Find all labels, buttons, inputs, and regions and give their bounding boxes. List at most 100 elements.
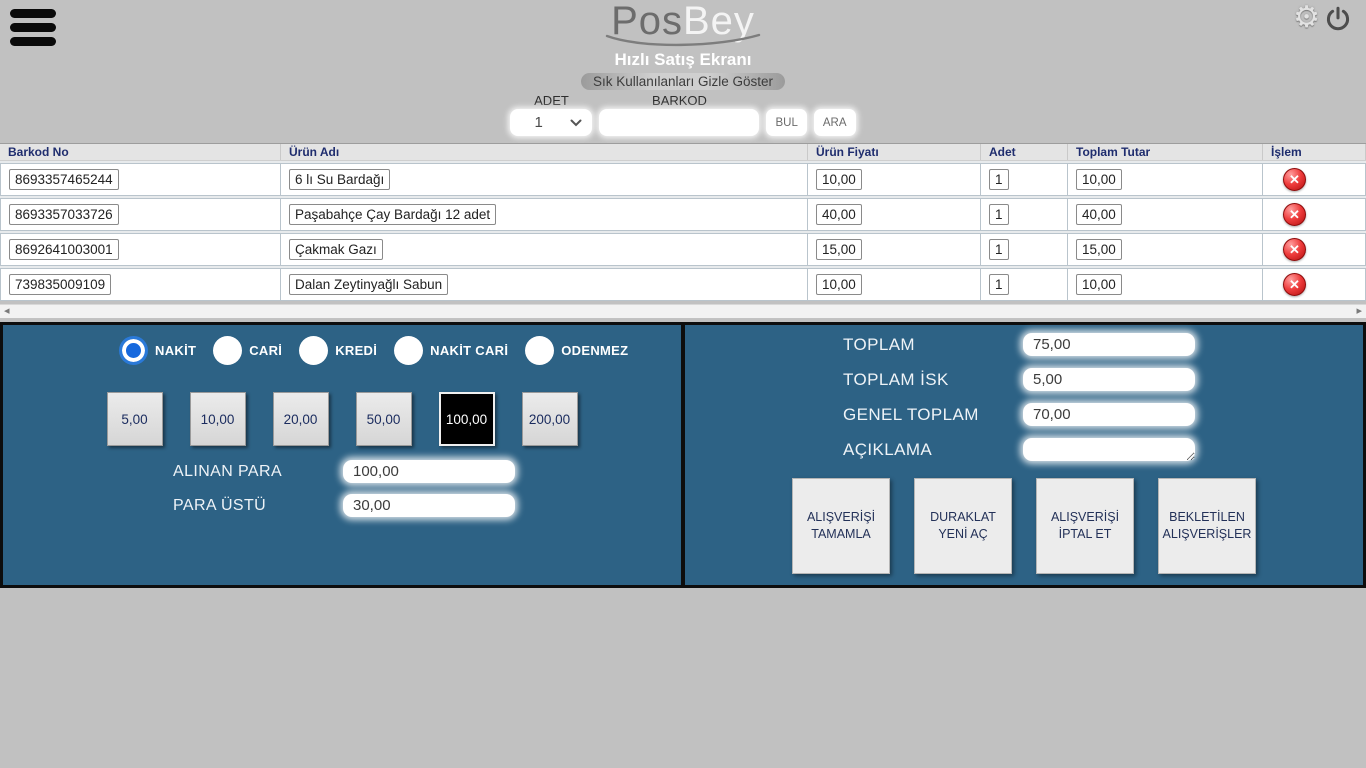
change-row: PARA ÜSTÜ	[173, 494, 681, 517]
payment-method-kredi[interactable]: KREDİ	[299, 336, 377, 365]
product-name-cell-input[interactable]: 6 lı Su Bardağı	[289, 169, 390, 190]
grand-total-row: GENEL TOPLAM	[843, 403, 1363, 426]
barcode-cell-input[interactable]: 8693357465244	[9, 169, 119, 190]
denomination-100-button[interactable]: 100,00	[439, 392, 495, 446]
delete-row-button[interactable]: ✕	[1283, 273, 1306, 296]
barcode-label: BARKOD	[652, 93, 707, 108]
column-header-product: Ürün Adı	[281, 144, 808, 160]
payment-area: NAKİT CARİ KREDİ NAKİT CARİ ODENMEZ	[0, 322, 1366, 588]
product-name-cell-input[interactable]: Paşabahçe Çay Bardağı 12 adet	[289, 204, 496, 225]
barcode-cell-input[interactable]: 8693357033726	[9, 204, 119, 225]
received-money-row: ALINAN PARA	[173, 460, 681, 483]
delete-row-button[interactable]: ✕	[1283, 203, 1306, 226]
delete-row-button[interactable]: ✕	[1283, 238, 1306, 261]
denomination-buttons: 5,00 10,00 20,00 50,00 100,00 200,00	[3, 392, 681, 446]
product-name-cell-input[interactable]: Çakmak Gazı	[289, 239, 383, 260]
payment-panel: NAKİT CARİ KREDİ NAKİT CARİ ODENMEZ	[0, 322, 683, 588]
product-name-cell-input[interactable]: Dalan Zeytinyağlı Sabun	[289, 274, 448, 295]
barcode-cell-input[interactable]: 8692641003001	[9, 239, 119, 260]
scroll-left-arrow-icon[interactable]: ◂	[4, 306, 10, 317]
logo-part-2: Bey	[683, 0, 755, 43]
pause-open-new-button[interactable]: DURAKLAT YENİ AÇ	[914, 478, 1012, 574]
payment-method-nakit-cari[interactable]: NAKİT CARİ	[394, 336, 508, 365]
change-input[interactable]	[343, 494, 515, 517]
logo-part-1: Pos	[611, 0, 683, 43]
pos-screen: ⚙ PosBey Hızlı Satış Ekranı Sık Kullanıl…	[0, 0, 1366, 768]
radio-icon	[213, 336, 242, 365]
column-header-total: Toplam Tutar	[1068, 144, 1263, 160]
table-row: 8692641003001 Çakmak Gazı 15,00 1 15,00 …	[0, 233, 1366, 266]
quantity-value: 1	[534, 114, 542, 131]
summary-panel: TOPLAM TOPLAM İSK GENEL TOPLAM AÇIKLAMA	[683, 322, 1366, 588]
qty-cell-input[interactable]: 1	[989, 204, 1009, 225]
barcode-input[interactable]	[599, 109, 759, 136]
radio-icon	[525, 336, 554, 365]
quantity-label: ADET	[534, 93, 569, 108]
denomination-10-button[interactable]: 10,00	[190, 392, 246, 446]
total-cell-input[interactable]: 15,00	[1076, 239, 1122, 260]
quantity-select[interactable]: 1	[510, 109, 592, 136]
price-cell-input[interactable]: 15,00	[816, 239, 862, 260]
payment-methods: NAKİT CARİ KREDİ NAKİT CARİ ODENMEZ	[119, 336, 681, 365]
table-row: 8693357465244 6 lı Su Bardağı 10,00 1 10…	[0, 163, 1366, 196]
denomination-5-button[interactable]: 5,00	[107, 392, 163, 446]
total-cell-input[interactable]: 10,00	[1076, 169, 1122, 190]
received-money-label: ALINAN PARA	[173, 463, 343, 481]
brand-block: PosBey Hızlı Satış Ekranı Sık Kullanılan…	[0, 0, 1366, 91]
payment-method-nakit[interactable]: NAKİT	[119, 336, 196, 365]
price-cell-input[interactable]: 10,00	[816, 274, 862, 295]
total-cell-input[interactable]: 10,00	[1076, 274, 1122, 295]
action-buttons: ALIŞVERİŞİ TAMAMLA DURAKLAT YENİ AÇ ALIŞ…	[685, 478, 1363, 574]
favorites-toggle-button[interactable]: Sık Kullanılanları Gizle Göster	[581, 73, 785, 90]
description-textarea[interactable]	[1023, 438, 1195, 461]
table-row: 8693357033726 Paşabahçe Çay Bardağı 12 a…	[0, 198, 1366, 231]
table-row: 739835009109 Dalan Zeytinyağlı Sabun 10,…	[0, 268, 1366, 301]
delete-row-button[interactable]: ✕	[1283, 168, 1306, 191]
radio-icon	[299, 336, 328, 365]
change-label: PARA ÜSTÜ	[173, 497, 343, 515]
table-header-row: Barkod No Ürün Adı Ürün Fiyatı Adet Topl…	[0, 143, 1366, 161]
description-row: AÇIKLAMA	[843, 438, 1363, 461]
page-title: Hızlı Satış Ekranı	[0, 50, 1366, 70]
total-input[interactable]	[1023, 333, 1195, 356]
description-label: AÇIKLAMA	[843, 440, 1023, 460]
method-label: KREDİ	[335, 343, 377, 358]
received-money-input[interactable]	[343, 460, 515, 483]
column-header-qty: Adet	[981, 144, 1068, 160]
barcode-search-row: ADET 1 BARKOD BUL ARA	[0, 93, 1366, 136]
chevron-down-icon	[570, 119, 582, 127]
items-table: Barkod No Ürün Adı Ürün Fiyatı Adet Topl…	[0, 143, 1366, 301]
method-label: NAKİT	[155, 343, 196, 358]
cancel-sale-button[interactable]: ALIŞVERİŞİ İPTAL ET	[1036, 478, 1134, 574]
denomination-20-button[interactable]: 20,00	[273, 392, 329, 446]
method-label: ODENMEZ	[561, 343, 628, 358]
qty-cell-input[interactable]: 1	[989, 239, 1009, 260]
grand-total-label: GENEL TOPLAM	[843, 405, 1023, 425]
horizontal-scrollbar[interactable]: ◂ ▸	[0, 304, 1366, 319]
total-label: TOPLAM	[843, 335, 1023, 355]
column-header-price: Ürün Fiyatı	[808, 144, 981, 160]
payment-method-cari[interactable]: CARİ	[213, 336, 282, 365]
search-button[interactable]: ARA	[814, 109, 856, 136]
total-discount-label: TOPLAM İSK	[843, 370, 1023, 390]
total-cell-input[interactable]: 40,00	[1076, 204, 1122, 225]
posbey-logo: PosBey	[0, 0, 1366, 42]
payment-method-odenmez[interactable]: ODENMEZ	[525, 336, 628, 365]
scroll-right-arrow-icon[interactable]: ▸	[1356, 306, 1362, 317]
qty-cell-input[interactable]: 1	[989, 274, 1009, 295]
find-button[interactable]: BUL	[766, 109, 806, 136]
qty-cell-input[interactable]: 1	[989, 169, 1009, 190]
price-cell-input[interactable]: 40,00	[816, 204, 862, 225]
held-sales-button[interactable]: BEKLETİLEN ALIŞVERİŞLER	[1158, 478, 1256, 574]
price-cell-input[interactable]: 10,00	[816, 169, 862, 190]
complete-sale-button[interactable]: ALIŞVERİŞİ TAMAMLA	[792, 478, 890, 574]
method-label: CARİ	[249, 343, 282, 358]
column-header-action: İşlem	[1263, 144, 1366, 160]
denomination-50-button[interactable]: 50,00	[356, 392, 412, 446]
grand-total-input[interactable]	[1023, 403, 1195, 426]
total-row: TOPLAM	[843, 333, 1363, 356]
radio-selected-icon	[119, 336, 148, 365]
denomination-200-button[interactable]: 200,00	[522, 392, 578, 446]
barcode-cell-input[interactable]: 739835009109	[9, 274, 111, 295]
total-discount-input[interactable]	[1023, 368, 1195, 391]
